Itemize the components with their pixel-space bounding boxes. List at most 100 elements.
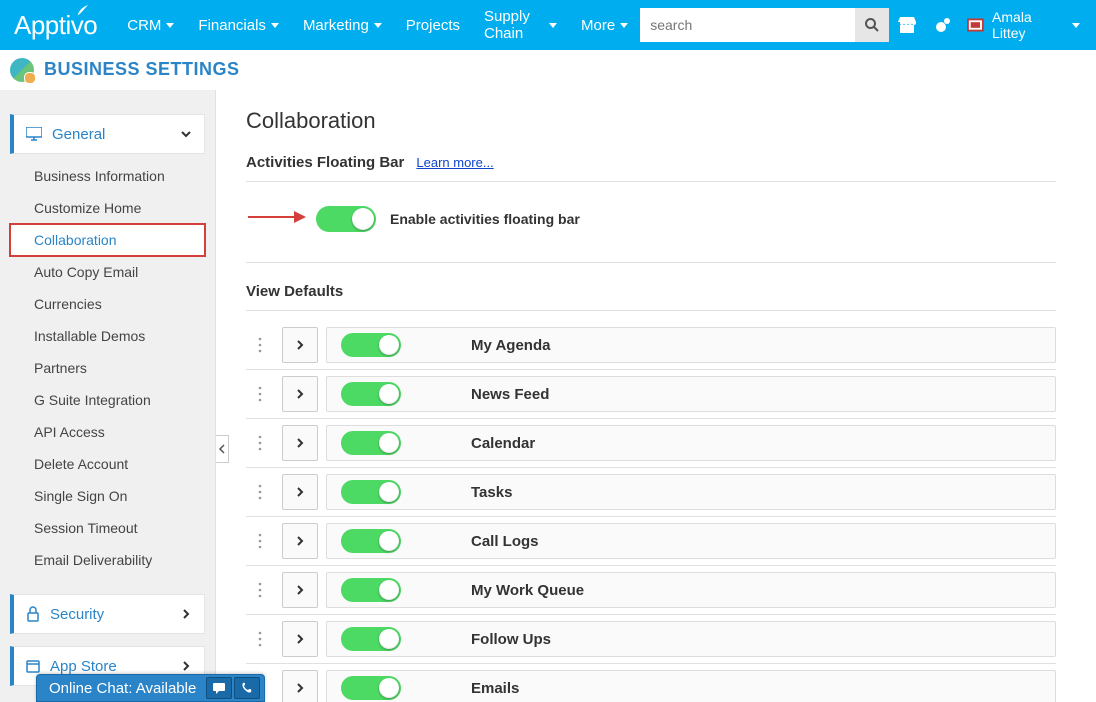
- lock-icon: [26, 606, 40, 622]
- sidebar-item-auto-copy-email[interactable]: Auto Copy Email: [10, 256, 205, 288]
- view-default-label: Follow Ups: [471, 631, 551, 648]
- chat-call-button[interactable]: [234, 677, 260, 699]
- nav-items: CRM Financials Marketing Projects Supply Cha…: [115, 8, 640, 42]
- leaf-icon: [75, 4, 91, 20]
- view-default-label: Emails: [471, 680, 519, 697]
- expand-row-button[interactable]: [282, 572, 318, 608]
- view-default-label: News Feed: [471, 386, 549, 403]
- view-default-toggle[interactable]: [341, 676, 401, 700]
- body: General Business InformationCustomize Ho…: [0, 90, 1096, 702]
- nav-item-supply-chain[interactable]: Supply Chain: [472, 8, 569, 42]
- calendar-icon: [26, 659, 40, 673]
- sidebar-item-email-deliverability[interactable]: Email Deliverability: [10, 544, 205, 576]
- nav-item-label: Marketing: [303, 17, 369, 34]
- sidebar-item-session-timeout[interactable]: Session Timeout: [10, 512, 205, 544]
- chat-icon: [212, 682, 226, 694]
- chevron-down-icon: [180, 128, 192, 140]
- view-default-card: Tasks: [326, 474, 1056, 510]
- nav-item-label: Financials: [198, 17, 266, 34]
- store-icon[interactable]: [889, 0, 925, 50]
- sidebar-item-partners[interactable]: Partners: [10, 352, 205, 384]
- sidebar-collapse-handle[interactable]: [216, 435, 229, 463]
- view-default-row: Call Logs: [246, 517, 1056, 566]
- chevron-right-icon: [180, 660, 192, 672]
- sidebar-item-api-access[interactable]: API Access: [10, 416, 205, 448]
- view-default-label: My Work Queue: [471, 582, 584, 599]
- sidebar-item-single-sign-on[interactable]: Single Sign On: [10, 480, 205, 512]
- drag-handle-icon[interactable]: [246, 533, 274, 549]
- view-default-card: News Feed: [326, 376, 1056, 412]
- nav-item-marketing[interactable]: Marketing: [291, 17, 394, 34]
- sidebar-item-business-information[interactable]: Business Information: [10, 160, 205, 192]
- chevron-right-icon: [180, 608, 192, 620]
- view-defaults-heading: View Defaults: [246, 283, 1056, 311]
- view-default-card: Follow Ups: [326, 621, 1056, 657]
- chat-bar[interactable]: Online Chat: Available: [36, 674, 265, 702]
- expand-row-button[interactable]: [282, 474, 318, 510]
- view-default-toggle[interactable]: [341, 529, 401, 553]
- sidebar-general-items: Business InformationCustomize HomeCollab…: [10, 154, 205, 594]
- expand-row-button[interactable]: [282, 376, 318, 412]
- expand-row-button[interactable]: [282, 425, 318, 461]
- sidebar-item-delete-account[interactable]: Delete Account: [10, 448, 205, 480]
- chat-message-button[interactable]: [206, 677, 232, 699]
- learn-more-link[interactable]: Learn more...: [416, 155, 493, 170]
- sidebar-item-g-suite-integration[interactable]: G Suite Integration: [10, 384, 205, 416]
- flag-icon: [967, 18, 984, 32]
- view-default-row: My Agenda: [246, 321, 1056, 370]
- view-default-toggle[interactable]: [341, 431, 401, 455]
- page-breadcrumb[interactable]: BUSINESS SETTINGS: [44, 59, 240, 80]
- expand-row-button[interactable]: [282, 670, 318, 702]
- view-default-card: Calendar: [326, 425, 1056, 461]
- caret-down-icon: [1072, 23, 1080, 28]
- monitor-icon: [26, 127, 42, 141]
- sidebar: General Business InformationCustomize Ho…: [0, 90, 216, 702]
- arrow-annotation-icon: [246, 202, 306, 232]
- drag-handle-icon[interactable]: [246, 337, 274, 353]
- view-default-label: Call Logs: [471, 533, 539, 550]
- subheader: BUSINESS SETTINGS: [0, 50, 1096, 90]
- view-default-row: My Work Queue: [246, 566, 1056, 615]
- drag-handle-icon[interactable]: [246, 435, 274, 451]
- notification-icon[interactable]: [925, 0, 961, 50]
- expand-row-button[interactable]: [282, 327, 318, 363]
- view-default-row: Emails: [246, 664, 1056, 702]
- search-input[interactable]: [640, 8, 855, 42]
- drag-handle-icon[interactable]: [246, 386, 274, 402]
- nav-item-label: Supply Chain: [484, 8, 544, 42]
- sidebar-item-collaboration[interactable]: Collaboration: [10, 224, 205, 256]
- activities-label: Activities Floating Bar: [246, 154, 404, 171]
- nav-item-financials[interactable]: Financials: [186, 17, 291, 34]
- search-button[interactable]: [855, 8, 889, 42]
- nav-item-label: More: [581, 17, 615, 34]
- sidebar-item-currencies[interactable]: Currencies: [10, 288, 205, 320]
- nav-item-more[interactable]: More: [569, 17, 640, 34]
- expand-row-button[interactable]: [282, 621, 318, 657]
- drag-handle-icon[interactable]: [246, 582, 274, 598]
- sidebar-section-security[interactable]: Security: [10, 594, 205, 634]
- nav-item-crm[interactable]: CRM: [115, 17, 186, 34]
- expand-row-button[interactable]: [282, 523, 318, 559]
- logo[interactable]: Apptivo: [0, 12, 115, 38]
- drag-handle-icon[interactable]: [246, 631, 274, 647]
- sidebar-item-installable-demos[interactable]: Installable Demos: [10, 320, 205, 352]
- view-default-toggle[interactable]: [341, 627, 401, 651]
- view-default-row: News Feed: [246, 370, 1056, 419]
- user-menu[interactable]: Amala Littey: [961, 9, 1086, 41]
- nav-item-label: Projects: [406, 17, 460, 34]
- drag-handle-icon[interactable]: [246, 484, 274, 500]
- search-icon: [864, 17, 880, 33]
- enable-floating-bar-toggle[interactable]: [316, 206, 376, 232]
- view-default-toggle[interactable]: [341, 333, 401, 357]
- sidebar-section-general[interactable]: General: [10, 114, 205, 154]
- view-default-toggle[interactable]: [341, 480, 401, 504]
- caret-down-icon: [166, 23, 174, 28]
- view-default-toggle[interactable]: [341, 578, 401, 602]
- caret-down-icon: [271, 23, 279, 28]
- view-default-toggle[interactable]: [341, 382, 401, 406]
- sidebar-item-customize-home[interactable]: Customize Home: [10, 192, 205, 224]
- chat-status-text: Online Chat: Available: [49, 680, 204, 697]
- nav-item-projects[interactable]: Projects: [394, 17, 472, 34]
- phone-icon: [241, 682, 253, 694]
- activities-section-header: Activities Floating Bar Learn more...: [246, 154, 1056, 182]
